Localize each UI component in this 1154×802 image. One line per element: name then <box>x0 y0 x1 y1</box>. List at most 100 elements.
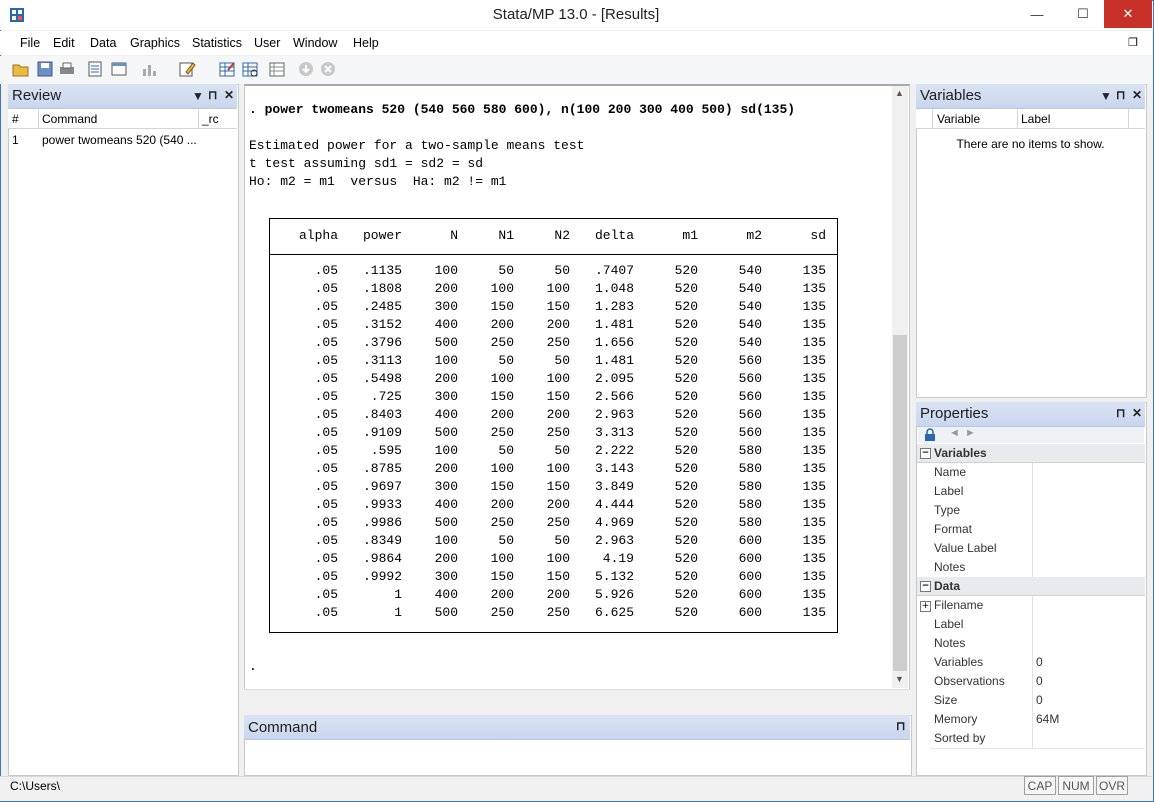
table-row: .05 .9986 500 250 250 4.969 520 580 135 <box>270 515 837 533</box>
table-row: .05 .8403 400 200 200 2.963 520 560 135 <box>270 407 837 425</box>
table-cell: 520 <box>674 299 698 314</box>
table-cell: 200 <box>546 317 570 332</box>
menu-help[interactable]: Help <box>353 36 379 50</box>
dofile-editor-icon[interactable] <box>178 60 196 78</box>
property-row[interactable]: Label <box>930 482 1145 502</box>
column-num[interactable]: # <box>12 112 19 126</box>
viewer-icon[interactable] <box>110 60 128 78</box>
property-row[interactable]: Size 0 <box>930 691 1145 711</box>
filter-icon[interactable]: ▼ <box>1100 89 1112 103</box>
menu-data[interactable]: Data <box>90 36 116 50</box>
menu-file[interactable]: File <box>20 36 40 50</box>
log-icon[interactable] <box>86 60 104 78</box>
filter-icon[interactable]: ▼ <box>192 89 204 103</box>
property-value: 0 <box>1036 655 1043 669</box>
property-row[interactable]: Notes <box>930 634 1145 654</box>
lock-icon[interactable] <box>924 428 936 441</box>
minimize-button[interactable]: — <box>1014 0 1060 28</box>
table-cell: 250 <box>546 425 570 440</box>
property-row[interactable]: Sorted by <box>930 729 1145 749</box>
variables-manager-icon[interactable] <box>268 60 286 78</box>
table-cell: 520 <box>674 569 698 584</box>
more-icon[interactable] <box>297 60 315 78</box>
column-label[interactable]: Label <box>1021 112 1050 126</box>
table-cell: 150 <box>546 479 570 494</box>
restore-down-icon[interactable]: ❐ <box>1128 36 1138 49</box>
scroll-up-icon[interactable]: ▲ <box>895 88 904 98</box>
graph-icon[interactable] <box>140 60 158 78</box>
back-arrow-icon[interactable]: ◄ <box>949 427 960 439</box>
property-row[interactable]: Variables 0 <box>930 653 1145 673</box>
table-row: .05 1 400 200 200 5.926 520 600 135 <box>270 587 837 605</box>
menu-edit[interactable]: Edit <box>53 36 75 50</box>
table-cell: 560 <box>738 371 762 386</box>
table-cell: .05 <box>314 389 338 404</box>
table-cell: 135 <box>802 461 826 476</box>
table-cell: 580 <box>738 443 762 458</box>
property-row[interactable]: Type <box>930 501 1145 521</box>
column-rc[interactable]: _rc <box>202 112 219 126</box>
menu-window[interactable]: Window <box>293 36 337 50</box>
results-scroll-thumb[interactable] <box>893 335 907 671</box>
data-browser-icon[interactable] <box>241 60 259 78</box>
property-row[interactable]: Filename <box>930 596 1145 616</box>
column-variable[interactable]: Variable <box>937 112 980 126</box>
collapse-icon[interactable]: − <box>920 448 931 459</box>
menu-graphics[interactable]: Graphics <box>130 36 180 50</box>
property-row[interactable]: Format <box>930 520 1145 540</box>
property-row[interactable]: Memory 64M <box>930 710 1145 730</box>
table-cell: 135 <box>802 317 826 332</box>
pin-icon[interactable]: ⊓ <box>896 719 905 733</box>
ovr-indicator: OVR <box>1096 776 1128 795</box>
property-row[interactable]: Label <box>930 615 1145 635</box>
properties-section-data[interactable]: − Data <box>917 577 1145 596</box>
review-row-num: 1 <box>12 133 19 147</box>
table-cell: 100 <box>546 281 570 296</box>
table-cell: .8403 <box>362 407 402 422</box>
menu-statistics[interactable]: Statistics <box>192 36 242 50</box>
scroll-down-icon[interactable]: ▼ <box>895 674 904 684</box>
close-button[interactable]: ✕ <box>1104 0 1152 28</box>
property-key: Memory <box>934 712 978 726</box>
section-label: Variables <box>934 446 987 460</box>
table-cell: 2.566 <box>594 389 634 404</box>
pin-icon[interactable]: ⊓ <box>1116 406 1125 420</box>
close-panel-icon[interactable]: ✕ <box>224 88 234 102</box>
break-icon[interactable] <box>319 60 337 78</box>
table-cell: 150 <box>546 299 570 314</box>
expand-icon[interactable]: + <box>920 601 931 612</box>
results-hscrollbar[interactable] <box>244 689 910 707</box>
table-row: .05 .3152 400 200 200 1.481 520 540 135 <box>270 317 837 335</box>
collapse-icon[interactable]: − <box>920 581 931 592</box>
close-panel-icon[interactable]: ✕ <box>1132 88 1142 102</box>
open-icon[interactable] <box>12 60 30 78</box>
property-row[interactable]: Notes <box>930 558 1145 578</box>
property-value: 64M <box>1036 712 1060 726</box>
property-row[interactable]: Name <box>930 463 1145 483</box>
table-cell: 520 <box>674 533 698 548</box>
table-cell: 250 <box>546 605 570 620</box>
close-panel-icon[interactable]: ✕ <box>1132 406 1142 420</box>
property-row[interactable]: Observations 0 <box>930 672 1145 692</box>
table-cell: .05 <box>314 461 338 476</box>
print-icon[interactable] <box>58 60 76 78</box>
menu-user[interactable]: User <box>254 36 280 50</box>
pin-icon[interactable]: ⊓ <box>1116 88 1125 102</box>
property-row[interactable]: Value Label <box>930 539 1145 559</box>
properties-section-variables[interactable]: − Variables <box>917 444 1145 463</box>
table-cell: 520 <box>674 443 698 458</box>
table-header-cell: N <box>450 228 458 243</box>
table-cell: 520 <box>674 551 698 566</box>
save-icon[interactable] <box>36 60 54 78</box>
forward-arrow-icon[interactable]: ► <box>965 427 976 439</box>
table-cell: .05 <box>314 353 338 368</box>
pin-icon[interactable]: ⊓ <box>208 88 217 102</box>
table-row: .05 .9109 500 250 250 3.313 520 560 135 <box>270 425 837 443</box>
data-editor-icon[interactable] <box>218 60 236 78</box>
table-row: .05 .3113 100 50 50 1.481 520 560 135 <box>270 353 837 371</box>
table-header-cell: m1 <box>682 228 698 243</box>
review-row[interactable]: 1 power twomeans 520 (540 ... <box>8 130 237 149</box>
column-command[interactable]: Command <box>42 112 97 126</box>
property-key: Notes <box>934 560 966 574</box>
maximize-button[interactable]: ☐ <box>1060 0 1106 28</box>
